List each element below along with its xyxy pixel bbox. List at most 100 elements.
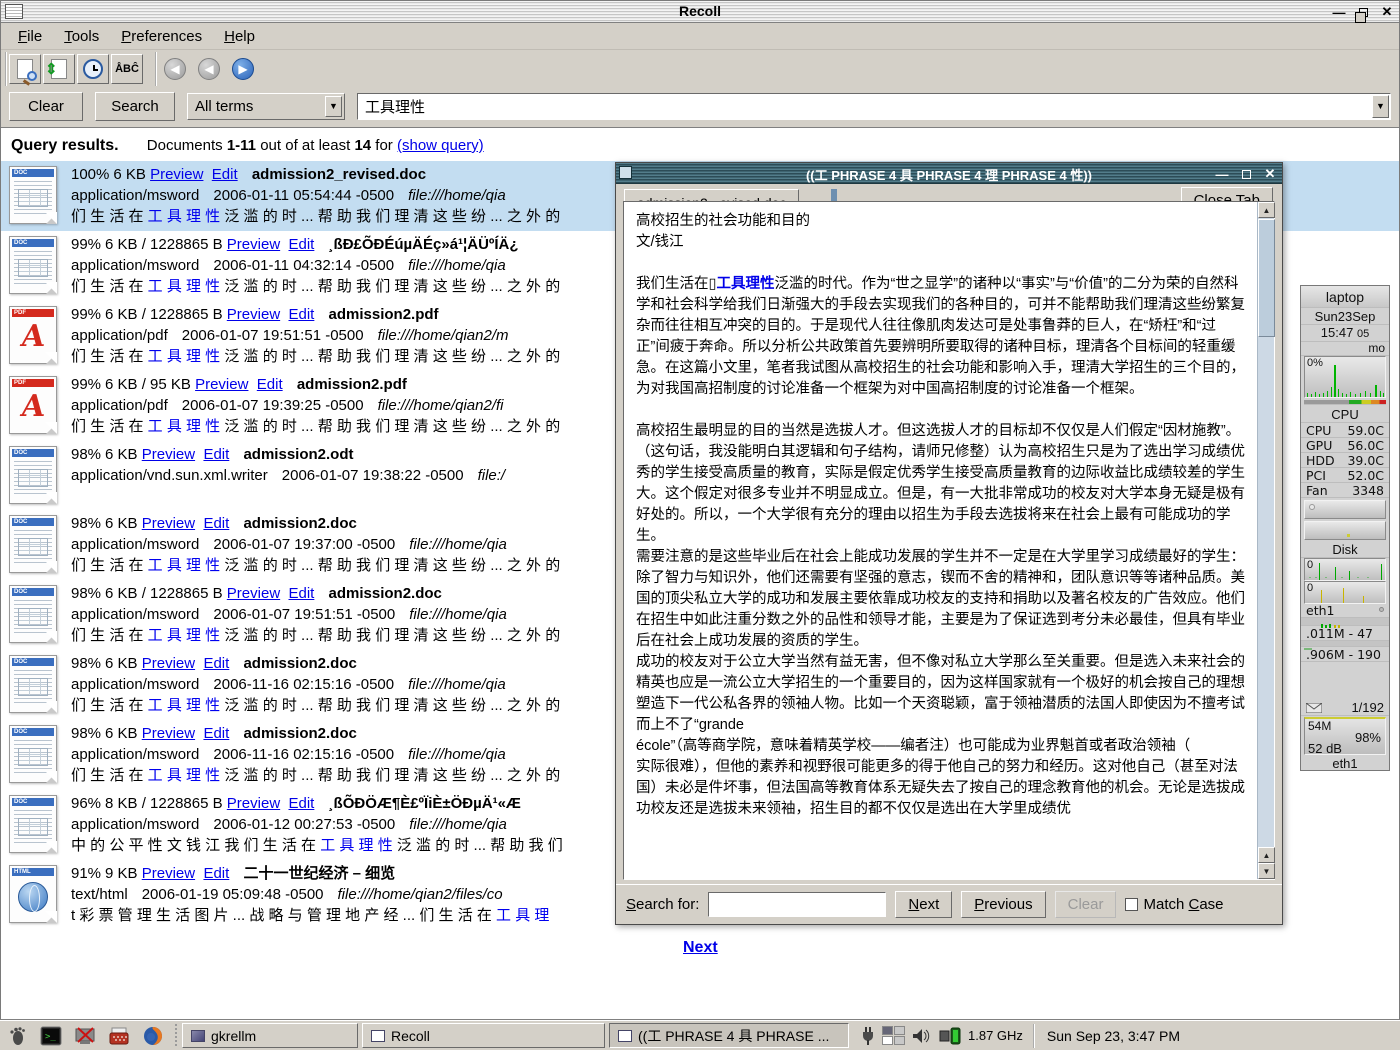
- preview-link[interactable]: Preview: [195, 376, 248, 393]
- preview-link[interactable]: Preview: [150, 166, 203, 183]
- preview-link[interactable]: Preview: [227, 585, 280, 602]
- taskbar-task-3[interactable]: ((工 PHRASE 4 具 PHRASE ...: [609, 1023, 849, 1048]
- temp-row: PCI52.0C: [1301, 468, 1389, 483]
- edit-link[interactable]: Edit: [203, 515, 229, 532]
- taskbar-handle[interactable]: [173, 1024, 179, 1048]
- edit-link[interactable]: Edit: [203, 865, 229, 882]
- temp-row: HDD39.0C: [1301, 453, 1389, 468]
- doc-file-icon: DOC: [9, 795, 57, 853]
- scroll-up-icon[interactable]: ▲: [1258, 202, 1275, 218]
- edit-link[interactable]: Edit: [289, 236, 315, 253]
- chevron-down-icon[interactable]: ▼: [325, 96, 342, 117]
- preview-paragraph: école”（高等商学院，意味着精英学校——编者注）也可能成为业界魁首或者政治领…: [636, 736, 1245, 757]
- edit-link[interactable]: Edit: [289, 306, 315, 323]
- search-input[interactable]: [358, 94, 1390, 119]
- terminal-icon[interactable]: >_: [34, 1023, 68, 1049]
- preview-link[interactable]: Preview: [227, 795, 280, 812]
- relevance-percent: 98%: [71, 725, 101, 742]
- clear-button[interactable]: Clear: [9, 92, 83, 121]
- preview-titlebar[interactable]: ((工 PHRASE 4 具 PHRASE 4 理 PHRASE 4 性)) —…: [616, 163, 1282, 184]
- gnome-menu-icon[interactable]: [0, 1023, 34, 1049]
- volume-icon[interactable]: [912, 1028, 932, 1044]
- preview-paragraph: 成功的校友对于公立大学当然有益无害，但不像对私立大学那么至关重要。但是选入未来社…: [636, 652, 1245, 736]
- gkrellm-monitor[interactable]: laptop Sun23Sep 15:47 05 mo 0% CPU CPU59…: [1300, 285, 1390, 771]
- menu-tools[interactable]: Tools: [55, 26, 108, 47]
- preview-paragraph: 我们生活在▯工具理性泛滥的时代。作为“世之显学”的诸种以“事实”与“价值”的二分…: [636, 274, 1245, 400]
- maximize-icon[interactable]: [1238, 166, 1254, 182]
- lock-screen-icon[interactable]: [68, 1023, 102, 1049]
- edit-link[interactable]: Edit: [203, 655, 229, 672]
- preview-link[interactable]: Preview: [142, 515, 195, 532]
- eth1-label: eth1: [1301, 604, 1389, 618]
- minimize-icon[interactable]: —: [1331, 4, 1347, 20]
- typewriter-icon[interactable]: [102, 1023, 136, 1049]
- scrollbar[interactable]: ▲ ▲ ▼: [1257, 202, 1274, 879]
- find-next-button[interactable]: Next: [895, 891, 952, 918]
- first-page-icon[interactable]: ◀: [159, 54, 191, 84]
- scroll-up-icon[interactable]: ▲: [1258, 847, 1275, 863]
- checkbox-icon[interactable]: [1125, 898, 1138, 911]
- edit-link[interactable]: Edit: [203, 725, 229, 742]
- workspace-switcher-icon[interactable]: [882, 1026, 905, 1045]
- menu-preferences[interactable]: Preferences: [112, 26, 211, 47]
- preview-link[interactable]: Preview: [227, 236, 280, 253]
- preview-link[interactable]: Preview: [142, 725, 195, 742]
- fan-chart: [1304, 521, 1386, 540]
- preview-window-title: ((工 PHRASE 4 具 PHRASE 4 理 PHRASE 4 性)): [616, 165, 1282, 184]
- file-url: file:///home/qia: [409, 816, 507, 833]
- mime-type: application/msword: [71, 816, 199, 833]
- file-url: file:///home/qian2/m: [378, 327, 509, 344]
- relevance-percent: 98%: [71, 446, 101, 463]
- preview-link[interactable]: Preview: [142, 446, 195, 463]
- find-input[interactable]: [708, 892, 886, 917]
- edit-link[interactable]: Edit: [257, 376, 283, 393]
- search-button[interactable]: Search: [95, 92, 175, 121]
- sort-order-icon[interactable]: ⇕: [43, 54, 75, 84]
- taskbar-clock[interactable]: Sun Sep 23, 3:47 PM: [1033, 1024, 1192, 1048]
- power-plug-icon[interactable]: [861, 1026, 875, 1046]
- scrollbar-thumb[interactable]: [1258, 219, 1275, 337]
- term-explorer-icon[interactable]: ÅBĈ: [111, 54, 143, 84]
- minimize-icon[interactable]: —: [1214, 166, 1230, 182]
- firefox-icon[interactable]: [136, 1023, 170, 1049]
- find-previous-button[interactable]: Previous: [961, 891, 1045, 918]
- taskbar-task-1[interactable]: gkrellm: [182, 1023, 358, 1048]
- titlebar[interactable]: Recoll — ✕: [1, 1, 1399, 23]
- match-case-checkbox[interactable]: Match Case: [1125, 896, 1223, 913]
- taskbar-task-2[interactable]: Recoll: [362, 1023, 605, 1048]
- edit-link[interactable]: Edit: [212, 166, 238, 183]
- file-size: 6 KB: [105, 655, 138, 672]
- find-clear-button[interactable]: Clear: [1055, 891, 1117, 918]
- edit-link[interactable]: Edit: [289, 585, 315, 602]
- preview-link[interactable]: Preview: [227, 306, 280, 323]
- chevron-down-icon[interactable]: ▼: [1372, 95, 1389, 118]
- preview-link[interactable]: Preview: [142, 655, 195, 672]
- menu-file[interactable]: File: [9, 26, 51, 47]
- net-tx-row: .906M - 190: [1301, 647, 1389, 662]
- mime-type: application/msword: [71, 536, 199, 553]
- scroll-down-icon[interactable]: ▼: [1258, 863, 1275, 879]
- history-icon[interactable]: [77, 54, 109, 84]
- close-icon[interactable]: ✕: [1262, 166, 1278, 182]
- next-page-icon[interactable]: ▶: [227, 54, 259, 84]
- advanced-search-icon[interactable]: [9, 54, 41, 84]
- next-page-link[interactable]: Next: [683, 939, 718, 957]
- search-mode-select[interactable]: All terms ▼: [187, 93, 345, 120]
- cpu-frequency-icon[interactable]: [939, 1027, 961, 1045]
- restore-icon[interactable]: [1355, 4, 1371, 20]
- close-icon[interactable]: ✕: [1379, 4, 1395, 20]
- eth1-bottom-label: eth1: [1301, 756, 1389, 772]
- preview-paragraph: 文/钱江: [636, 232, 1245, 253]
- edit-link[interactable]: Edit: [203, 446, 229, 463]
- disk-write-chart: 0: [1304, 581, 1386, 604]
- show-query-link[interactable]: (show query): [397, 137, 484, 154]
- query-input-wrap: ▼: [357, 93, 1391, 120]
- edit-link[interactable]: Edit: [289, 795, 315, 812]
- fan-slider[interactable]: [1304, 500, 1386, 519]
- menu-help[interactable]: Help: [215, 26, 264, 47]
- preview-link[interactable]: Preview: [142, 865, 195, 882]
- relevance-percent: 99%: [71, 236, 101, 253]
- previous-page-icon[interactable]: ◀: [193, 54, 225, 84]
- file-size: 6 KB / 1228865 B: [105, 236, 223, 253]
- net-rx-strip: [1301, 618, 1389, 626]
